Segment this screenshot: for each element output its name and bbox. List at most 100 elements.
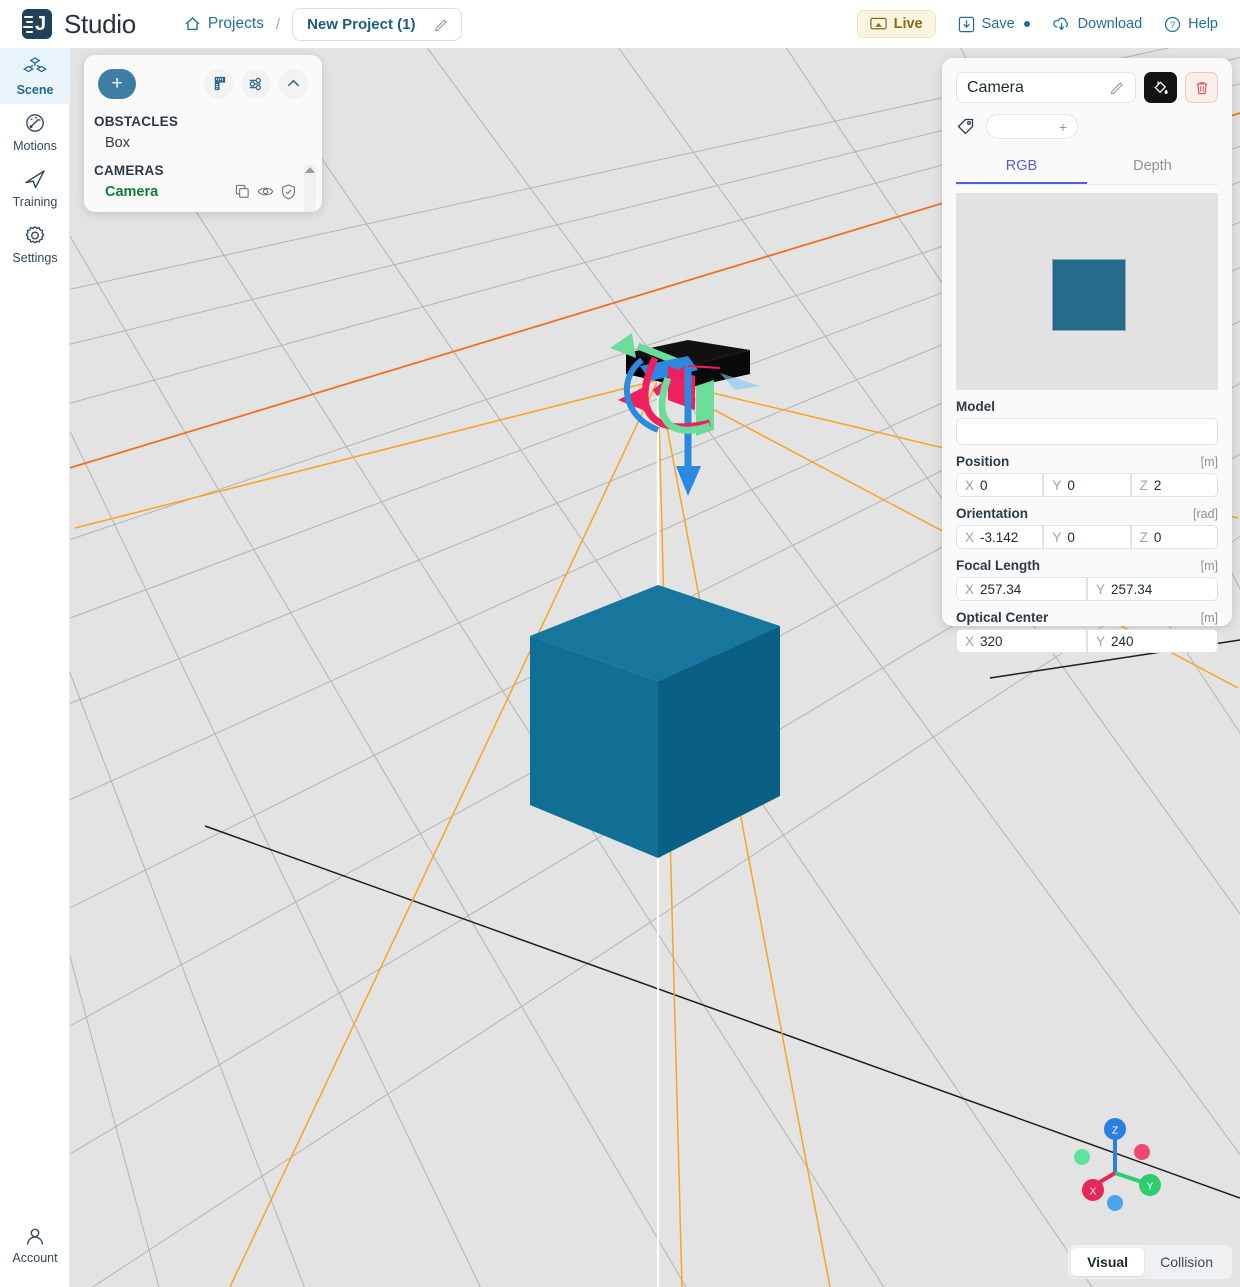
chevron-up-icon — [287, 79, 299, 87]
unsaved-indicator — [1023, 21, 1030, 27]
shield-check-icon[interactable] — [281, 184, 296, 200]
axis-orientation-gizmo[interactable]: Z Y X — [1060, 1105, 1170, 1215]
field-orientation-unit: [rad] — [1192, 507, 1218, 521]
field-optical-center-label: Optical Center — [956, 610, 1049, 625]
sliders-icon — [249, 77, 261, 90]
focal-length-y-input[interactable]: Y 257.34 — [1087, 577, 1218, 601]
tab-rgb[interactable]: RGB — [956, 151, 1087, 184]
add-tag-plus: + — [1058, 118, 1067, 135]
focal-length-x-input[interactable]: X 257.34 — [956, 577, 1087, 601]
optical-center-y-input[interactable]: Y 240 — [1087, 629, 1218, 653]
gizmo-ball-neg-x — [1134, 1144, 1150, 1160]
object-name-input[interactable]: Camera — [956, 72, 1136, 103]
sidebar-label-scene: Scene — [16, 82, 54, 97]
add-object-button[interactable]: + — [98, 68, 136, 99]
scene-tree-scrollbar[interactable] — [304, 164, 316, 212]
optical-center-inputs: X 320 Y 240 — [956, 629, 1218, 653]
tab-depth[interactable]: Depth — [1087, 151, 1218, 184]
trash-icon — [1196, 81, 1207, 94]
scene-tree-tool-icons — [204, 68, 308, 99]
sidebar-label-training: Training — [12, 194, 58, 209]
position-z-input[interactable]: Z 2 — [1130, 473, 1218, 497]
project-name-field[interactable]: New Project (1) — [292, 7, 463, 41]
gear-icon — [25, 225, 45, 243]
sidebar-item-training[interactable]: Training — [0, 160, 70, 216]
download-button[interactable]: Download — [1052, 16, 1143, 33]
pencil-icon[interactable] — [434, 17, 449, 32]
sidebar-label-motions: Motions — [13, 138, 57, 153]
svg-text:?: ? — [1170, 19, 1175, 29]
field-focal-length-label: Focal Length — [956, 558, 1040, 573]
breadcrumb-separator: / — [275, 15, 281, 33]
optical-center-y-axis: Y — [1096, 633, 1106, 649]
object-color-button[interactable] — [1144, 72, 1177, 103]
left-navigation-rail: Scene Motions Training Settings Account — [0, 48, 70, 1287]
save-label: Save — [981, 16, 1015, 32]
view-mode-toggle: Visual Collision — [1068, 1245, 1232, 1279]
breadcrumb: Projects / New Project (1) — [184, 7, 463, 41]
tree-group-obstacles: OBSTACLES — [94, 114, 179, 129]
position-y-axis: Y — [1052, 477, 1062, 493]
cubes-icon — [23, 56, 47, 72]
model-input[interactable] — [956, 418, 1218, 445]
live-button[interactable]: Live — [856, 10, 936, 38]
tree-item-box[interactable]: Box — [94, 131, 322, 155]
duplicate-icon[interactable] — [235, 184, 250, 199]
project-name-label: New Project (1) — [307, 15, 416, 33]
object-name-row: Camera — [956, 72, 1218, 103]
brand-name: Studio — [64, 8, 136, 39]
orientation-z-input[interactable]: Z 0 — [1130, 525, 1218, 549]
breadcrumb-projects-link[interactable]: Projects — [184, 15, 264, 33]
scene-tree-panel: + OBSTACLES Box CAMERAS Camera — [84, 55, 322, 212]
orientation-x-input[interactable]: X -3.142 — [956, 525, 1044, 549]
measure-tool-button[interactable] — [204, 68, 234, 99]
position-x-input[interactable]: X 0 — [956, 473, 1044, 497]
pencil-icon[interactable] — [1110, 80, 1125, 95]
tree-item-camera[interactable]: Camera — [94, 180, 322, 204]
orientation-z-value: 0 — [1153, 529, 1162, 545]
view-mode-collision[interactable]: Collision — [1144, 1248, 1229, 1276]
save-button[interactable]: Save — [958, 16, 1030, 33]
orientation-y-input[interactable]: Y 0 — [1043, 525, 1131, 549]
ruler-icon — [214, 76, 225, 91]
download-label: Download — [1077, 16, 1143, 32]
tag-icon — [957, 118, 974, 134]
field-position-unit: [m] — [1200, 455, 1218, 469]
add-tag-input[interactable]: + — [986, 114, 1078, 139]
question-circle-icon: ? — [1165, 16, 1181, 32]
scene-settings-button[interactable] — [241, 68, 271, 99]
help-button[interactable]: ? Help — [1164, 16, 1218, 33]
sidebar-item-settings[interactable]: Settings — [0, 216, 70, 272]
sidebar-item-scene[interactable]: Scene — [0, 48, 70, 104]
sidebar-item-motions[interactable]: Motions — [0, 104, 70, 160]
position-y-input[interactable]: Y 0 — [1043, 473, 1131, 497]
position-x-axis: X — [965, 477, 975, 493]
sidebar-item-account[interactable]: Account — [0, 1217, 70, 1273]
scrollbar-up-arrow[interactable] — [305, 167, 315, 173]
gizmo-ball-neg-y — [1074, 1149, 1090, 1165]
object-delete-button[interactable] — [1185, 72, 1218, 103]
app-logo: J Studio — [22, 9, 136, 40]
optical-center-x-value: 320 — [980, 633, 1003, 649]
orientation-x-axis: X — [965, 529, 975, 545]
position-z-value: 2 — [1153, 477, 1162, 493]
collapse-panel-button[interactable] — [278, 68, 308, 99]
field-focal-length-unit: [m] — [1200, 559, 1218, 573]
field-position-header: Position [m] — [956, 454, 1218, 469]
tree-group-cameras: CAMERAS — [94, 163, 164, 178]
save-download-icon — [958, 16, 974, 32]
live-label: Live — [893, 16, 923, 32]
studio-logo-icon: J — [22, 9, 52, 39]
field-focal-length-header: Focal Length [m] — [956, 558, 1218, 573]
breadcrumb-projects-label: Projects — [207, 15, 264, 32]
optical-center-x-input[interactable]: X 320 — [956, 629, 1087, 653]
eye-icon[interactable] — [257, 184, 274, 199]
field-model-header: Model — [956, 399, 1218, 414]
gizmo-label-y: Y — [1147, 1182, 1154, 1193]
position-inputs: X 0 Y 0 Z 2 — [956, 473, 1218, 497]
view-mode-visual[interactable]: Visual — [1071, 1248, 1145, 1276]
gizmo-label-x: X — [1090, 1187, 1097, 1198]
orientation-z-axis: Z — [1139, 529, 1148, 545]
tree-item-box-label: Box — [105, 135, 130, 151]
header-actions: Live Save Download ? Help — [856, 10, 1218, 38]
